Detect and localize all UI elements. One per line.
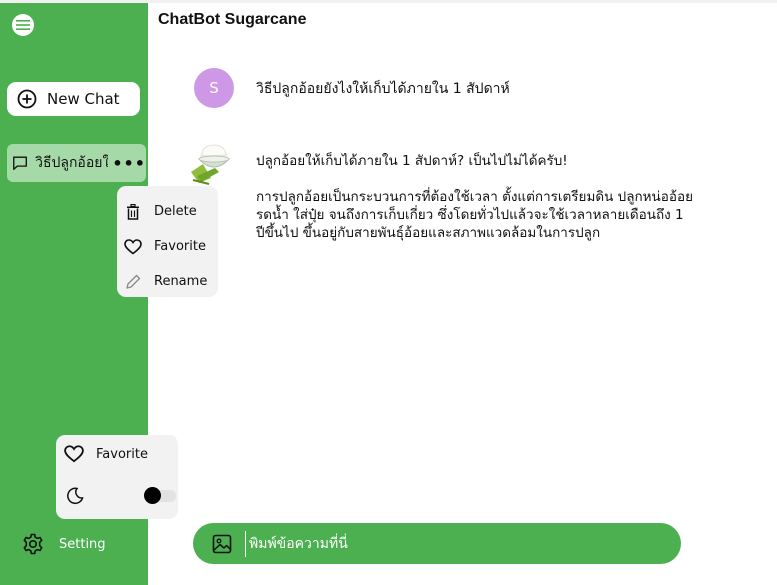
chat-bubble-icon [13,156,27,170]
menu-icon [16,20,30,30]
pencil-icon [124,273,142,291]
heart-icon [64,445,84,463]
gear-icon [23,533,43,555]
setting-label: Setting [59,536,106,552]
image-upload-icon[interactable] [211,533,233,555]
more-options-button[interactable]: ••• [112,154,146,173]
bot-message-line-1: ปลูกอ้อยให้เก็บได้ภายใน 1 สัปดาห์? เป็นไ… [256,153,568,169]
sugar-bowl-bot-avatar [191,144,231,185]
dark-mode-toggle[interactable] [144,487,176,504]
preferences-panel: Favorite [56,435,178,519]
user-avatar: S [194,68,234,108]
message-input-bar [193,523,681,564]
favorite-label: Favorite [154,239,206,254]
delete-menu-item[interactable]: Delete [117,194,218,229]
trash-icon [124,203,142,221]
message-input[interactable] [245,530,651,557]
chat-context-menu: Delete Favorite Rename [117,186,218,297]
delete-label: Delete [154,204,197,219]
new-chat-label: New Chat [47,90,120,108]
chat-history-item[interactable]: วิธีปลูกอ้อยให้ ••• [7,144,146,182]
plus-circle-icon [17,89,37,109]
bot-message-line-2: การปลูกอ้อยเป็นกระบวนการที่ต้องใช้เวลา ต… [256,189,694,241]
chat-item-label: วิธีปลูกอ้อยให้ [35,155,109,171]
favorites-label: Favorite [96,446,148,462]
favorite-menu-item[interactable]: Favorite [117,229,218,264]
rename-menu-item[interactable]: Rename [117,264,218,299]
user-message: วิธีปลูกอ้อยยังไงให้เก็บได้ภายใน 1 สัปดา… [256,81,510,97]
new-chat-button[interactable]: New Chat [7,82,140,116]
toggle-knob [144,487,161,504]
app-title: ChatBot Sugarcane [158,11,307,28]
rename-label: Rename [154,274,208,289]
favorites-link[interactable]: Favorite [64,445,148,463]
bot-message: ปลูกอ้อยให้เก็บได้ภายใน 1 สัปดาห์? เป็นไ… [256,152,696,242]
moon-icon [66,487,84,509]
setting-button[interactable]: Setting [22,533,106,555]
menu-button[interactable] [12,14,34,36]
heart-icon [124,238,142,256]
